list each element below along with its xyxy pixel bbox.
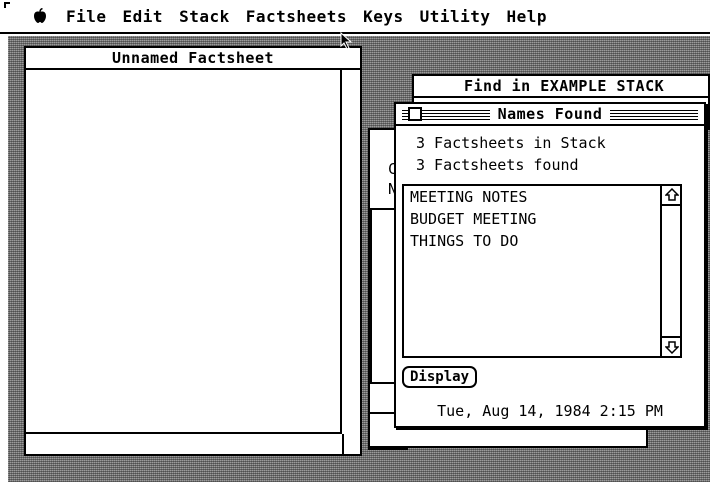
- found-count-text: 3 Factsheets found: [416, 156, 579, 174]
- scroll-up-arrow-icon[interactable]: [662, 186, 682, 206]
- menu-edit[interactable]: Edit: [123, 7, 164, 26]
- list-item[interactable]: BUDGET MEETING: [404, 208, 680, 230]
- menu-help[interactable]: Help: [507, 7, 548, 26]
- menu-utility[interactable]: Utility: [420, 7, 491, 26]
- display-button[interactable]: Display: [402, 366, 478, 388]
- scroll-down-arrow-icon[interactable]: [662, 336, 682, 356]
- list-item[interactable]: THINGS TO DO: [404, 230, 680, 252]
- names-found-window[interactable]: Names Found 3 Factsheets in Stack 3 Fact…: [394, 102, 706, 428]
- factsheet-bottom-divider: [342, 434, 344, 454]
- factsheet-side-panel: [342, 70, 360, 434]
- find-window-title: Find in EXAMPLE STACK: [464, 77, 665, 95]
- find-window-titlebar[interactable]: Find in EXAMPLE STACK: [414, 76, 708, 98]
- factsheet-bottom-bar: [26, 434, 360, 454]
- datetime-display: Tue, Aug 14, 1984 2:15 PM: [437, 402, 663, 420]
- results-list[interactable]: MEETING NOTES BUDGET MEETING THINGS TO D…: [402, 184, 682, 358]
- stack-count-text: 3 Factsheets in Stack: [416, 134, 606, 152]
- factsheet-content-area[interactable]: [26, 70, 342, 434]
- menu-factsheets[interactable]: Factsheets: [246, 7, 347, 26]
- close-box-icon[interactable]: [408, 107, 422, 121]
- names-window-title: Names Found: [489, 105, 611, 123]
- unnamed-window-titlebar[interactable]: Unnamed Factsheet: [26, 48, 360, 70]
- names-window-titlebar[interactable]: Names Found: [396, 104, 704, 126]
- results-scrollbar[interactable]: [660, 186, 682, 356]
- menu-bar: File Edit Stack Factsheets Keys Utility …: [0, 0, 710, 34]
- list-item[interactable]: MEETING NOTES: [404, 186, 680, 208]
- menu-keys[interactable]: Keys: [363, 7, 404, 26]
- corner-mark: [4, 2, 10, 8]
- apple-icon[interactable]: [32, 8, 48, 24]
- unnamed-factsheet-window[interactable]: Unnamed Factsheet: [24, 46, 362, 456]
- menu-stack[interactable]: Stack: [179, 7, 230, 26]
- menu-file[interactable]: File: [66, 7, 107, 26]
- mouse-cursor-icon: [340, 32, 353, 50]
- unnamed-window-title: Unnamed Factsheet: [111, 49, 275, 67]
